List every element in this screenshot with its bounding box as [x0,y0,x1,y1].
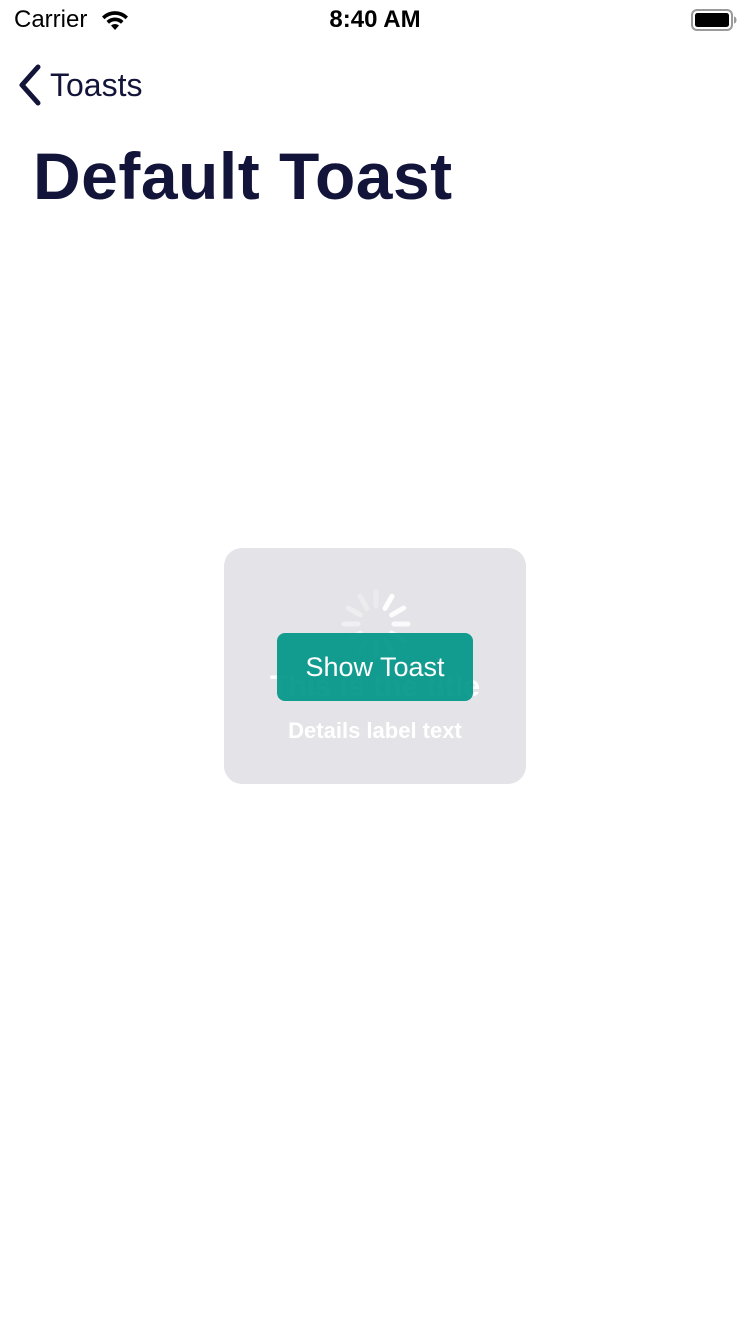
spinner-spoke [382,593,395,611]
spinner-spoke [389,605,407,618]
page-title: Default Toast [33,139,453,213]
battery-icon [691,9,737,31]
show-toast-button[interactable]: Show Toast [277,633,473,701]
screen: Carrier 8:40 AM Toasts Default Toast Thi… [0,0,750,1334]
chevron-left-icon [19,64,41,106]
status-bar: Carrier 8:40 AM [0,0,750,40]
spinner-spoke [345,605,363,618]
spinner-spoke [357,593,370,611]
back-button-label: Toasts [50,66,143,103]
status-time: 8:40 AM [329,6,421,33]
back-button[interactable]: Toasts [14,60,142,110]
toast-details: Details label text [288,718,462,743]
